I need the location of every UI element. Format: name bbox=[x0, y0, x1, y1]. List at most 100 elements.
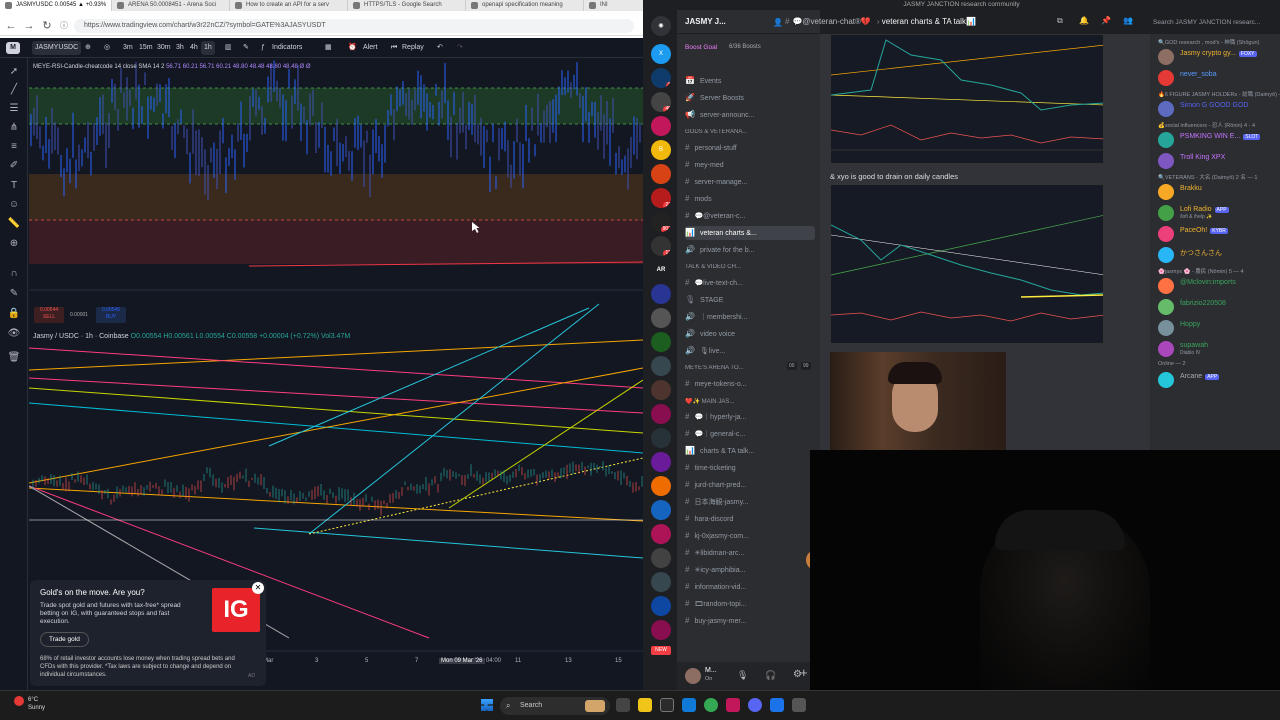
browser-tab[interactable]: JASMYUSDC 0.00545 ▲ +0.93% bbox=[0, 0, 112, 11]
weather-widget[interactable]: 6°C Sunny bbox=[28, 696, 45, 712]
chart-screenshot-2[interactable] bbox=[830, 184, 1104, 344]
server-icon[interactable]: AR bbox=[651, 260, 671, 280]
server-icon[interactable]: 49 bbox=[651, 92, 671, 112]
app-icon[interactable] bbox=[792, 698, 806, 712]
channel-item[interactable]: 📊 veteran charts &... bbox=[685, 226, 815, 240]
channel-item[interactable]: # ✳libidman-arc... bbox=[685, 546, 815, 560]
user-avatar-icon[interactable]: M bbox=[6, 42, 20, 54]
server-icon[interactable] bbox=[651, 164, 671, 184]
lock-icon[interactable]: 🔒 bbox=[7, 308, 21, 320]
indicators-icon[interactable]: ƒ bbox=[258, 41, 268, 55]
reload-icon[interactable]: ↻ bbox=[40, 19, 54, 33]
threads-icon[interactable]: ⧉ bbox=[1057, 16, 1063, 26]
channel-item[interactable]: # 💬live-text-ch... bbox=[685, 276, 815, 290]
channel-item[interactable]: 🔊 private for the b... bbox=[685, 243, 815, 257]
channel-category[interactable]: ❤️✨ MAIN JAS... bbox=[685, 398, 815, 408]
indicators-button[interactable]: Indicators bbox=[269, 41, 305, 55]
draw-mode-icon[interactable]: ✎ bbox=[7, 288, 21, 300]
server-icon[interactable] bbox=[651, 356, 671, 376]
server-icon[interactable] bbox=[651, 596, 671, 616]
member-item[interactable]: never_soba bbox=[1158, 69, 1280, 87]
sell-button[interactable]: 0.00544 SELL bbox=[34, 307, 64, 323]
server-icon[interactable]: 8 bbox=[651, 68, 671, 88]
server-icon[interactable] bbox=[651, 500, 671, 520]
browser-tab[interactable]: How to create an API for a serv bbox=[230, 0, 348, 11]
member-item[interactable]: Arcane APP bbox=[1158, 371, 1280, 389]
channel-item[interactable]: 📢 server-announc... bbox=[685, 108, 815, 122]
channel-item[interactable]: 🚀 Server Boosts bbox=[685, 91, 815, 105]
server-icon[interactable] bbox=[651, 404, 671, 424]
video-frame-image[interactable] bbox=[830, 352, 1006, 451]
zoom-icon[interactable]: ⊕ bbox=[7, 238, 21, 250]
server-icon[interactable] bbox=[651, 308, 671, 328]
member-item[interactable]: Simon G GOOD GOD bbox=[1158, 100, 1280, 118]
channel-item[interactable]: # time-ticketing bbox=[685, 461, 815, 475]
magnet-icon[interactable]: ∩ bbox=[7, 268, 21, 280]
pin-icon[interactable]: 📌 bbox=[1101, 16, 1111, 25]
url-field[interactable]: https://www.tradingview.com/chart/w3r22n… bbox=[74, 19, 634, 33]
interval-30m[interactable]: 30m bbox=[154, 41, 174, 55]
channel-item[interactable]: 🎙 STAGE bbox=[685, 293, 815, 307]
channel-item[interactable]: # mods bbox=[685, 192, 815, 206]
interval-1h[interactable]: 1h bbox=[201, 41, 215, 55]
channel-item[interactable]: # 💬@veteran-c... bbox=[685, 209, 815, 223]
weather-icon[interactable] bbox=[14, 696, 24, 706]
channel-item[interactable]: 🔊 ｜membershi... bbox=[685, 310, 815, 324]
channel-item[interactable]: 🔊 video voice bbox=[685, 327, 815, 341]
add-attachment-icon[interactable]: + bbox=[800, 665, 808, 680]
server-icon[interactable] bbox=[651, 548, 671, 568]
channel-item[interactable]: 🔊 🎙live... bbox=[685, 344, 815, 358]
server-icon[interactable] bbox=[651, 428, 671, 448]
back-icon[interactable]: ← bbox=[4, 19, 18, 33]
member-item[interactable]: Brakku bbox=[1158, 183, 1280, 201]
file-explorer-icon[interactable] bbox=[638, 698, 652, 712]
member-item[interactable]: PaceOh! KYBR bbox=[1158, 225, 1280, 243]
channel-item[interactable]: # hara-discord bbox=[685, 512, 815, 526]
server-icon[interactable]: 27 bbox=[651, 188, 671, 208]
symbol-search[interactable]: JASMYUSDC bbox=[32, 41, 82, 55]
member-item[interactable]: かつさんさん bbox=[1158, 246, 1280, 264]
pattern-icon[interactable]: ☺ bbox=[7, 199, 21, 211]
pitchfork-icon[interactable]: ⋔ bbox=[7, 122, 21, 134]
indicator-legend[interactable]: MEYE-RSI-Candle-cheatcode 14 close SMA 1… bbox=[33, 64, 311, 70]
user-avatar[interactable] bbox=[685, 668, 701, 684]
channel-category[interactable]: GODS & VETERANA... bbox=[685, 129, 815, 139]
channel-item[interactable]: # 💬｜general-c... bbox=[685, 427, 815, 441]
member-item[interactable]: supawah Diablo IV bbox=[1158, 340, 1280, 358]
channel-item[interactable]: # 日本海観-jasmy... bbox=[685, 495, 815, 509]
eye-icon[interactable]: 👁 bbox=[7, 328, 21, 340]
server-icon[interactable] bbox=[651, 116, 671, 136]
buy-button[interactable]: 0.00545 BUY bbox=[96, 307, 126, 323]
browser-tab[interactable]: INI bbox=[584, 0, 643, 11]
channel-item[interactable]: # mey-med bbox=[685, 158, 815, 172]
channel-item[interactable]: # ✳icy-amphibia... bbox=[685, 563, 815, 577]
app-icon[interactable] bbox=[770, 698, 784, 712]
interval-3m[interactable]: 3m bbox=[120, 41, 136, 55]
channel-item[interactable]: # information-vid... bbox=[685, 580, 815, 594]
browser-tab[interactable]: HTTPS/TLS - Google Search bbox=[348, 0, 466, 11]
task-view-icon[interactable] bbox=[616, 698, 630, 712]
channel-item[interactable]: # 💬｜hyperly-ja... bbox=[685, 410, 815, 424]
parent-channel[interactable]: 💬@veteran-chat®💔 bbox=[792, 17, 870, 26]
fib-icon[interactable]: ≡ bbox=[7, 141, 21, 153]
channel-category[interactable]: TALK & VIDEO CH... bbox=[685, 264, 815, 274]
search-input[interactable]: Search JASMY JANCTION researc... bbox=[1148, 16, 1275, 30]
undo-icon[interactable]: ↶ bbox=[434, 41, 446, 55]
server-icon[interactable] bbox=[651, 620, 671, 640]
server-icon[interactable] bbox=[651, 332, 671, 352]
brush-icon[interactable]: ✐ bbox=[7, 160, 21, 172]
channel-item[interactable]: # meye-tokens-o... bbox=[685, 377, 815, 391]
server-icon[interactable]: X bbox=[651, 44, 671, 64]
channel-item[interactable]: # jurd-chart-pred... bbox=[685, 478, 815, 492]
discord-app-icon[interactable] bbox=[748, 698, 762, 712]
member-item[interactable]: Jasmy crypto gy... FOXY bbox=[1158, 48, 1280, 66]
chart-type-icon[interactable]: ▥ bbox=[222, 41, 235, 55]
boost-goal-label[interactable]: Boost Goal bbox=[685, 44, 717, 51]
search-highlight-icon[interactable] bbox=[585, 700, 605, 712]
members-icon[interactable]: 👥 bbox=[1123, 16, 1133, 25]
headset-icon[interactable]: 🎧 bbox=[765, 670, 776, 681]
forward-icon[interactable]: → bbox=[22, 19, 36, 33]
server-icon[interactable]: B bbox=[651, 140, 671, 160]
app-icon[interactable] bbox=[660, 698, 674, 712]
channel-item[interactable]: 📅 Events bbox=[685, 74, 815, 88]
